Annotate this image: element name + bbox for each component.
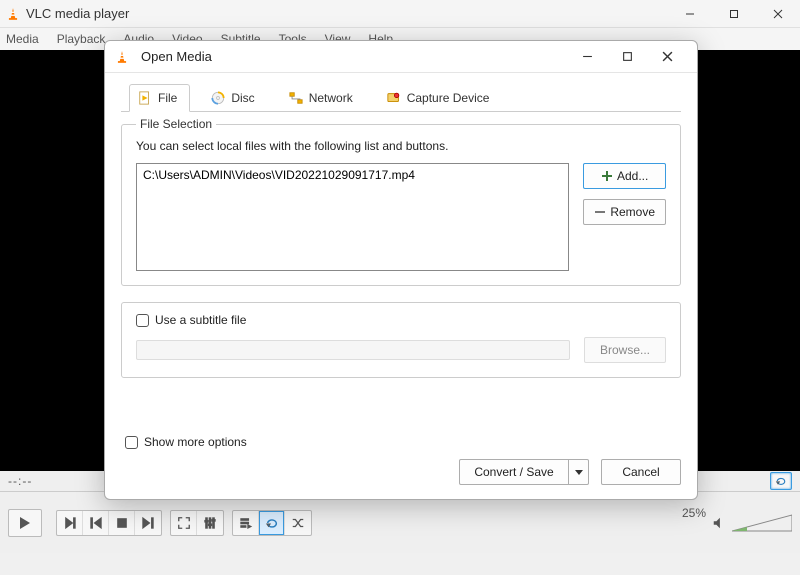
main-titlebar: VLC media player: [0, 0, 800, 28]
add-file-button[interactable]: Add...: [583, 163, 666, 189]
file-list[interactable]: C:\Users\ADMIN\Videos\VID20221029091717.…: [136, 163, 569, 271]
dialog-minimize-button[interactable]: [567, 43, 607, 71]
file-list-item[interactable]: C:\Users\ADMIN\Videos\VID20221029091717.…: [143, 168, 562, 182]
browse-subtitle-button[interactable]: Browse...: [584, 337, 666, 363]
file-selection-legend: File Selection: [136, 117, 216, 131]
convert-save-button[interactable]: Convert / Save: [459, 459, 589, 485]
frame-step-button[interactable]: [57, 511, 83, 535]
main-close-button[interactable]: [756, 0, 800, 28]
browse-subtitle-label: Browse...: [600, 343, 650, 357]
show-more-options-checkbox[interactable]: Show more options: [105, 427, 697, 449]
dialog-maximize-button[interactable]: [607, 43, 647, 71]
playlist-button[interactable]: [233, 511, 259, 535]
file-icon: [138, 91, 152, 105]
next-button[interactable]: [135, 511, 161, 535]
chevron-down-icon: [575, 468, 583, 476]
loop-button[interactable]: [259, 511, 285, 535]
show-more-options-label: Show more options: [144, 435, 247, 449]
dialog-titlebar: Open Media: [105, 41, 697, 73]
tab-file-label: File: [158, 91, 177, 105]
menu-playback[interactable]: Playback: [57, 32, 106, 46]
use-subtitle-label: Use a subtitle file: [155, 313, 246, 327]
volume-percent: 25%: [682, 506, 706, 520]
file-selection-fieldset: File Selection You can select local file…: [121, 124, 681, 286]
menu-media[interactable]: Media: [6, 32, 39, 46]
fullscreen-button[interactable]: [171, 511, 197, 535]
convert-save-label: Convert / Save: [474, 465, 553, 479]
dialog-title: Open Media: [141, 49, 567, 64]
checkbox-icon: [136, 314, 149, 327]
tab-disc-label: Disc: [231, 91, 254, 105]
cancel-label: Cancel: [622, 465, 659, 479]
stop-button[interactable]: [109, 511, 135, 535]
loop-single-button[interactable]: [770, 472, 792, 490]
remove-file-button[interactable]: Remove: [583, 199, 666, 225]
network-icon: [289, 91, 303, 105]
time-elapsed: --:--: [8, 474, 32, 488]
vlc-cone-icon: [6, 7, 20, 21]
tab-capture[interactable]: Capture Device: [378, 84, 503, 112]
use-subtitle-checkbox[interactable]: Use a subtitle file: [136, 313, 666, 327]
tab-capture-label: Capture Device: [407, 91, 490, 105]
shuffle-button[interactable]: [285, 511, 311, 535]
tab-file[interactable]: File: [129, 84, 190, 112]
main-window-title: VLC media player: [26, 6, 668, 21]
cancel-button[interactable]: Cancel: [601, 459, 681, 485]
dialog-footer: Convert / Save Cancel: [105, 449, 697, 499]
minus-icon: [594, 206, 606, 218]
previous-button[interactable]: [83, 511, 109, 535]
add-file-label: Add...: [617, 169, 648, 183]
remove-file-label: Remove: [610, 205, 655, 219]
file-selection-help: You can select local files with the foll…: [136, 139, 666, 153]
convert-save-dropdown[interactable]: [569, 459, 589, 485]
capture-icon: [387, 91, 401, 105]
checkbox-icon: [125, 436, 138, 449]
open-media-dialog: Open Media File Disc Network Capture Dev…: [104, 40, 698, 500]
main-maximize-button[interactable]: [712, 0, 756, 28]
extended-settings-button[interactable]: [197, 511, 223, 535]
disc-icon: [211, 91, 225, 105]
subtitle-path-field: [136, 340, 570, 360]
vlc-cone-icon: [115, 50, 129, 64]
main-minimize-button[interactable]: [668, 0, 712, 28]
tab-network-label: Network: [309, 91, 353, 105]
subtitle-fieldset: Use a subtitle file Browse...: [121, 302, 681, 378]
volume-slider[interactable]: [732, 514, 792, 532]
playback-controls: 25%: [0, 491, 800, 553]
tab-disc[interactable]: Disc: [202, 84, 267, 112]
plus-icon: [601, 170, 613, 182]
play-button[interactable]: [8, 509, 42, 537]
dialog-tabs: File Disc Network Capture Device: [121, 83, 681, 112]
tab-network[interactable]: Network: [280, 84, 366, 112]
dialog-close-button[interactable]: [647, 43, 687, 71]
speaker-icon[interactable]: [712, 516, 726, 530]
